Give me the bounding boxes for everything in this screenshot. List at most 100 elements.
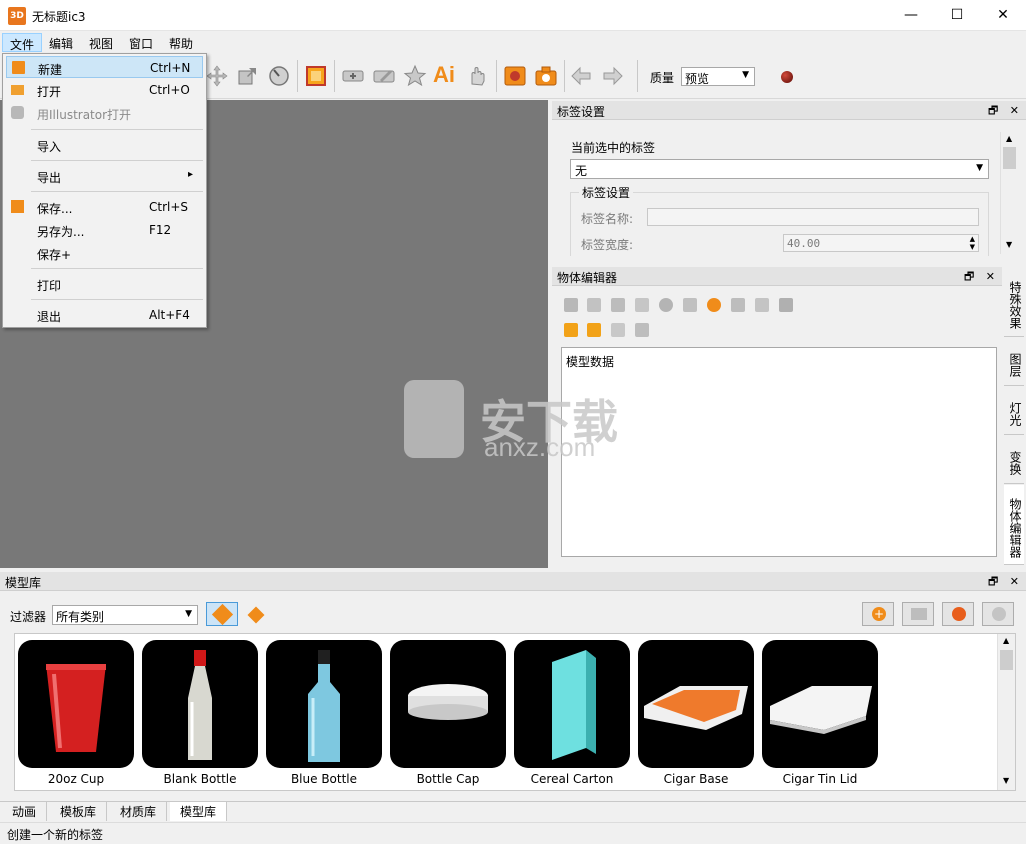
chevron-down-icon: ▼ bbox=[185, 609, 192, 619]
tab-template-library[interactable]: 模板库 bbox=[50, 802, 108, 821]
panel-float-close-icon[interactable]: 🗗 ✕ bbox=[964, 268, 999, 287]
menu-item-export[interactable]: 导出 ▸ bbox=[6, 165, 203, 187]
camera-icon[interactable] bbox=[534, 64, 558, 88]
tab-material-library[interactable]: 材质库 bbox=[110, 802, 168, 821]
menu-item-label: 退出 bbox=[37, 310, 62, 324]
replace-icon[interactable] bbox=[611, 323, 625, 337]
object-editor-toolbar-row2 bbox=[564, 323, 664, 339]
edit-model-button[interactable] bbox=[942, 602, 974, 626]
tree-root-item[interactable]: 模型数据 bbox=[566, 353, 614, 370]
menu-item-save[interactable]: 保存... Ctrl+S bbox=[6, 196, 203, 218]
model-item[interactable]: Blue Bottle bbox=[266, 640, 382, 790]
chart-icon[interactable] bbox=[731, 298, 745, 312]
delete-icon[interactable] bbox=[779, 298, 793, 312]
panel-float-close-icon[interactable]: 🗗 ✕ bbox=[988, 573, 1023, 592]
add-model-button[interactable]: + bbox=[862, 602, 894, 626]
menu-view[interactable]: 视图 bbox=[82, 33, 120, 52]
menu-window[interactable]: 窗口 bbox=[122, 33, 160, 52]
model-item[interactable]: Cigar Base bbox=[638, 640, 754, 790]
label-width-input[interactable]: 40.00 ▲ ▼ bbox=[783, 234, 979, 252]
panel-title: 物体编辑器 bbox=[557, 271, 618, 285]
move-icon[interactable] bbox=[205, 64, 229, 88]
label-width-caption: 标签宽度: bbox=[581, 238, 634, 252]
cube-icon[interactable] bbox=[683, 298, 697, 312]
star-icon[interactable] bbox=[403, 64, 427, 88]
undo-icon[interactable] bbox=[570, 64, 594, 88]
render-icon[interactable] bbox=[503, 64, 527, 88]
cigar-tin-lid-thumbnail bbox=[762, 640, 878, 768]
remove-model-button[interactable] bbox=[982, 602, 1014, 626]
tab-object-editor[interactable]: 物体编辑器 bbox=[1004, 485, 1024, 565]
status-text: 创建一个新的标签 bbox=[7, 828, 104, 842]
menu-item-import[interactable]: 导入 bbox=[6, 134, 203, 156]
fit-view-icon[interactable] bbox=[304, 64, 328, 88]
tab-special-effects[interactable]: 特殊效果 bbox=[1004, 267, 1024, 337]
edit-label-icon[interactable] bbox=[611, 298, 625, 312]
menu-item-open[interactable]: 打开 Ctrl+O bbox=[6, 79, 203, 101]
add-group-icon[interactable] bbox=[635, 298, 649, 312]
quality-select[interactable]: 预览 ▼ bbox=[681, 67, 755, 86]
model-data-tree[interactable]: 模型数据 bbox=[561, 347, 997, 557]
menu-item-open-illustrator[interactable]: 用Illustrator打开 bbox=[6, 102, 203, 124]
edit-label-icon[interactable] bbox=[372, 64, 396, 88]
tab-layers[interactable]: 图层 bbox=[1004, 338, 1024, 386]
cigar-base-thumbnail bbox=[638, 640, 754, 768]
add-label-icon[interactable] bbox=[341, 64, 365, 88]
add-label-icon[interactable] bbox=[587, 298, 601, 312]
menu-item-print[interactable]: 打印 bbox=[6, 273, 203, 295]
new-file-icon bbox=[12, 61, 25, 74]
menu-item-new[interactable]: 新建 Ctrl+N bbox=[6, 56, 203, 78]
show-models-toggle[interactable] bbox=[206, 602, 238, 626]
scrollbar-thumb[interactable] bbox=[1003, 147, 1016, 169]
panel-float-close-icon[interactable]: 🗗 ✕ bbox=[988, 102, 1023, 121]
spin-arrows-icon[interactable]: ▲ ▼ bbox=[970, 235, 975, 251]
menu-item-label: 用Illustrator打开 bbox=[37, 108, 132, 122]
filter-select[interactable]: 所有类别 ▼ bbox=[52, 605, 198, 625]
minimize-button[interactable]: — bbox=[888, 0, 934, 31]
model-item[interactable]: Cereal Carton bbox=[514, 640, 630, 790]
model-item[interactable]: Bottle Cap bbox=[390, 640, 506, 790]
tab-lights[interactable]: 灯光 bbox=[1004, 387, 1024, 435]
current-label-select[interactable]: 无 ▼ bbox=[570, 159, 989, 179]
maximize-button[interactable]: ☐ bbox=[934, 0, 980, 31]
tab-animation[interactable]: 动画 bbox=[2, 802, 48, 821]
tab-transform[interactable]: 变换 bbox=[1004, 436, 1024, 484]
menu-item-save-as[interactable]: 另存为... F12 bbox=[6, 219, 203, 241]
menu-edit[interactable]: 编辑 bbox=[42, 33, 80, 52]
model-item[interactable]: 20oz Cup bbox=[18, 640, 134, 790]
model-item[interactable]: Blank Bottle bbox=[142, 640, 258, 790]
scroll-down-icon[interactable]: ▼ bbox=[1006, 240, 1012, 249]
paste-icon[interactable] bbox=[587, 323, 601, 337]
open-folder-icon bbox=[11, 85, 24, 95]
tab-model-library[interactable]: 模型库 bbox=[170, 802, 228, 821]
copy-icon[interactable] bbox=[564, 323, 578, 337]
import-model-button[interactable] bbox=[902, 602, 934, 626]
menu-file[interactable]: 文件 bbox=[2, 33, 43, 52]
menu-item-label: 保存... bbox=[37, 202, 73, 216]
scroll-down-icon[interactable]: ▼ bbox=[1003, 776, 1009, 785]
material-icon[interactable] bbox=[707, 298, 721, 312]
scrollbar-thumb[interactable] bbox=[1000, 650, 1013, 670]
scroll-up-icon[interactable]: ▲ bbox=[1006, 134, 1012, 143]
menu-item-exit[interactable]: 退出 Alt+F4 bbox=[6, 304, 203, 326]
menu-item-save-plus[interactable]: 保存+ bbox=[6, 242, 203, 264]
text-label-icon[interactable] bbox=[564, 298, 578, 312]
redo-icon[interactable] bbox=[600, 64, 624, 88]
close-button[interactable]: ✕ bbox=[980, 0, 1026, 31]
rotate-icon[interactable] bbox=[267, 64, 291, 88]
add-light-icon[interactable] bbox=[635, 323, 649, 337]
model-item[interactable]: Cigar Tin Lid bbox=[762, 640, 878, 790]
menu-help[interactable]: 帮助 bbox=[162, 33, 200, 52]
menu-item-shortcut: F12 bbox=[149, 223, 172, 237]
pen-icon[interactable] bbox=[755, 298, 769, 312]
cylinder-icon[interactable] bbox=[659, 298, 673, 312]
menu-item-label: 打开 bbox=[37, 85, 62, 99]
label-name-input[interactable] bbox=[647, 208, 979, 226]
scrollbar[interactable]: ▲ ▼ bbox=[997, 634, 1015, 790]
illustrator-icon[interactable]: Ai bbox=[433, 62, 455, 88]
scroll-up-icon[interactable]: ▲ bbox=[1003, 636, 1009, 645]
scale-icon[interactable] bbox=[236, 64, 260, 88]
record-icon[interactable] bbox=[781, 71, 793, 83]
scrollbar[interactable]: ▲ ▼ bbox=[1000, 132, 1018, 254]
hand-icon[interactable] bbox=[465, 64, 489, 88]
